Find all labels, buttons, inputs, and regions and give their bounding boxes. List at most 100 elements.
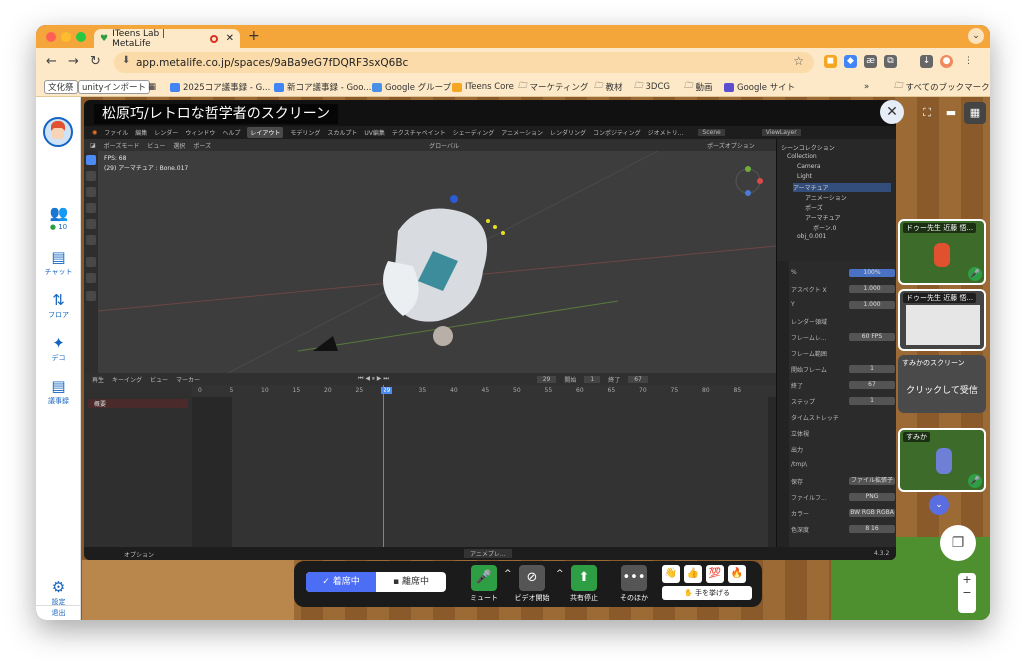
- menu-icon[interactable]: ⋮: [962, 55, 975, 68]
- leave-button[interactable]: ▪ 離席中: [376, 572, 446, 592]
- channel-summary[interactable]: 概要: [88, 399, 188, 408]
- outliner-row[interactable]: シーンコレクション: [781, 143, 835, 152]
- bookmark-folder[interactable]: 🗀 教材: [594, 80, 623, 94]
- close-window-button[interactable]: [46, 32, 56, 42]
- pose-options[interactable]: ポーズオプション: [707, 141, 755, 150]
- workspace-tab[interactable]: レンダリング: [550, 128, 586, 137]
- workspace-tab[interactable]: UV編集: [364, 128, 385, 137]
- share-stop-button[interactable]: ⬆ 共有停止: [562, 565, 606, 603]
- bookmark-item[interactable]: 2025コア議事録 - G...: [170, 80, 270, 94]
- menu-item[interactable]: 編集: [135, 128, 147, 137]
- menu-item[interactable]: ウィンドウ: [185, 128, 215, 137]
- more-button[interactable]: ••• そのほか: [612, 565, 656, 603]
- outliner-row[interactable]: obj_0.001: [797, 233, 826, 242]
- fire-reaction-icon[interactable]: 🔥: [728, 565, 746, 583]
- menu-item[interactable]: ヘルプ: [222, 128, 240, 137]
- strip-view-icon[interactable]: ▬: [940, 102, 962, 124]
- apps-grid-icon[interactable]: ▦: [148, 80, 156, 94]
- maximize-window-button[interactable]: [76, 32, 86, 42]
- playhead[interactable]: [382, 385, 384, 547]
- playback-controls[interactable]: ⏮ ◀ ⏸ ▶ ⏭: [358, 375, 389, 383]
- bookmark-folder[interactable]: 🗀 マーケティング: [518, 80, 588, 94]
- timeline[interactable]: 概要 0 5 10 15 20 25 29 35 40 45 50 55 60 65 70 75 80 85: [84, 385, 776, 547]
- scroll-down-button[interactable]: ⌄: [929, 495, 949, 515]
- outliner-row[interactable]: Collection: [787, 153, 817, 162]
- workspace-tab[interactable]: コンポジティング: [593, 128, 641, 137]
- extension-icon[interactable]: ◼: [824, 55, 837, 68]
- scene-selector[interactable]: Scene: [698, 129, 725, 136]
- extension-ae-icon[interactable]: æ: [864, 55, 877, 68]
- sidebar-item-exit[interactable]: 退出: [36, 605, 81, 618]
- measure-tool-icon[interactable]: [86, 273, 96, 283]
- raise-hand-button[interactable]: ✋ 手を挙げる: [662, 586, 752, 600]
- bookmark-item[interactable]: ITeens Core: [452, 80, 514, 94]
- mode-selector[interactable]: ポーズモード: [104, 141, 140, 150]
- rotate-tool-icon[interactable]: [86, 203, 96, 213]
- timeline-menu[interactable]: ビュー: [150, 375, 168, 384]
- grid-view-icon[interactable]: ▦: [964, 102, 986, 124]
- translate-icon[interactable]: ◆: [844, 55, 857, 68]
- close-share-button[interactable]: ✕: [880, 100, 904, 124]
- bookmark-item[interactable]: 新コア議事録 - Goo...: [274, 80, 371, 94]
- property-value[interactable]: 100%: [849, 269, 895, 277]
- current-frame-field[interactable]: 29: [536, 375, 557, 383]
- browser-tab[interactable]: ♥ ITeens Lab | MetaLife ✕: [94, 29, 240, 49]
- bookmark-folder[interactable]: 🗀 3DCG: [634, 80, 670, 94]
- bookmark-item[interactable]: unityインポート: [78, 80, 150, 94]
- 3d-viewport[interactable]: FPS: 68 (29) アーマチュア : Bone.017: [98, 151, 776, 373]
- sidebar-item-deco[interactable]: ✦ デコ: [36, 335, 81, 363]
- property-value[interactable]: ファイル拡張子: [849, 477, 895, 485]
- fullscreen-icon[interactable]: ⛶: [916, 102, 938, 124]
- mute-button[interactable]: 🎤 ミュート: [462, 565, 506, 603]
- close-tab-icon[interactable]: ✕: [226, 33, 234, 44]
- property-value[interactable]: BW RGB RGBA: [849, 509, 895, 517]
- outliner-row[interactable]: Camera: [797, 163, 821, 172]
- zoom-in-button[interactable]: +: [958, 573, 976, 586]
- bookmark-star-icon[interactable]: ☆: [793, 54, 804, 68]
- property-value[interactable]: 67: [849, 381, 895, 389]
- new-tab-button[interactable]: +: [248, 28, 260, 44]
- bookmarks-overflow-icon[interactable]: »: [864, 80, 869, 94]
- property-value[interactable]: 1.000: [849, 301, 895, 309]
- site-info-icon[interactable]: ⬇: [122, 55, 130, 66]
- reload-button[interactable]: ↻: [90, 54, 101, 69]
- zoom-out-button[interactable]: −: [958, 586, 976, 599]
- transform-orientation[interactable]: グローバル: [429, 141, 459, 150]
- property-value[interactable]: PNG: [849, 493, 895, 501]
- hundred-reaction-icon[interactable]: 💯: [706, 565, 724, 583]
- workspace-tab[interactable]: アニメーション: [501, 128, 543, 137]
- property-value[interactable]: 1: [849, 365, 895, 373]
- bookmark-item[interactable]: Google グループ: [372, 80, 451, 94]
- viewlayer-selector[interactable]: ViewLayer: [761, 129, 801, 136]
- end-frame-field[interactable]: 67: [628, 375, 648, 383]
- video-start-button[interactable]: ⊘ ビデオ開始: [510, 565, 554, 603]
- bookmark-item[interactable]: 文化祭: [44, 80, 78, 94]
- cursor-tool-icon[interactable]: [86, 171, 96, 181]
- outliner-row[interactable]: アニメーション: [805, 193, 847, 202]
- download-icon[interactable]: ↓: [920, 55, 933, 68]
- bone-tool-icon[interactable]: [86, 291, 96, 301]
- sidebar-item-users[interactable]: 👥 ● 10: [36, 205, 81, 231]
- menu-item[interactable]: レンダー: [154, 128, 178, 137]
- bookmark-item[interactable]: Google サイト: [724, 80, 795, 94]
- my-avatar[interactable]: [43, 117, 73, 147]
- property-value[interactable]: 8 16: [849, 525, 895, 533]
- all-bookmarks[interactable]: 🗀 すべてのブックマーク: [894, 80, 990, 94]
- sidebar-item-floor[interactable]: ⇅ フロア: [36, 292, 81, 320]
- forward-button[interactable]: →: [68, 54, 79, 69]
- bookmark-folder[interactable]: 🗀 動画: [684, 80, 713, 94]
- start-frame-field[interactable]: 1: [584, 375, 601, 383]
- workspace-tab[interactable]: シェーディング: [453, 128, 495, 137]
- sidebar-item-minutes[interactable]: ▤ 議事録: [36, 378, 81, 406]
- receive-screen-button[interactable]: クリックして受信: [904, 377, 980, 405]
- tab-search-button[interactable]: ⌄: [968, 28, 984, 44]
- wave-reaction-icon[interactable]: 👋: [662, 565, 680, 583]
- thumbs-up-reaction-icon[interactable]: 👍: [684, 565, 702, 583]
- outliner-row-selected[interactable]: アーマチュア: [793, 183, 891, 192]
- outliner-row[interactable]: ポーズ: [805, 203, 823, 212]
- workspace-tab[interactable]: スカルプト: [327, 128, 357, 137]
- select-tool-icon[interactable]: [86, 155, 96, 165]
- timeline-menu[interactable]: マーカー: [176, 375, 200, 384]
- viewport-menu[interactable]: 選択: [173, 141, 185, 150]
- move-tool-icon[interactable]: [86, 187, 96, 197]
